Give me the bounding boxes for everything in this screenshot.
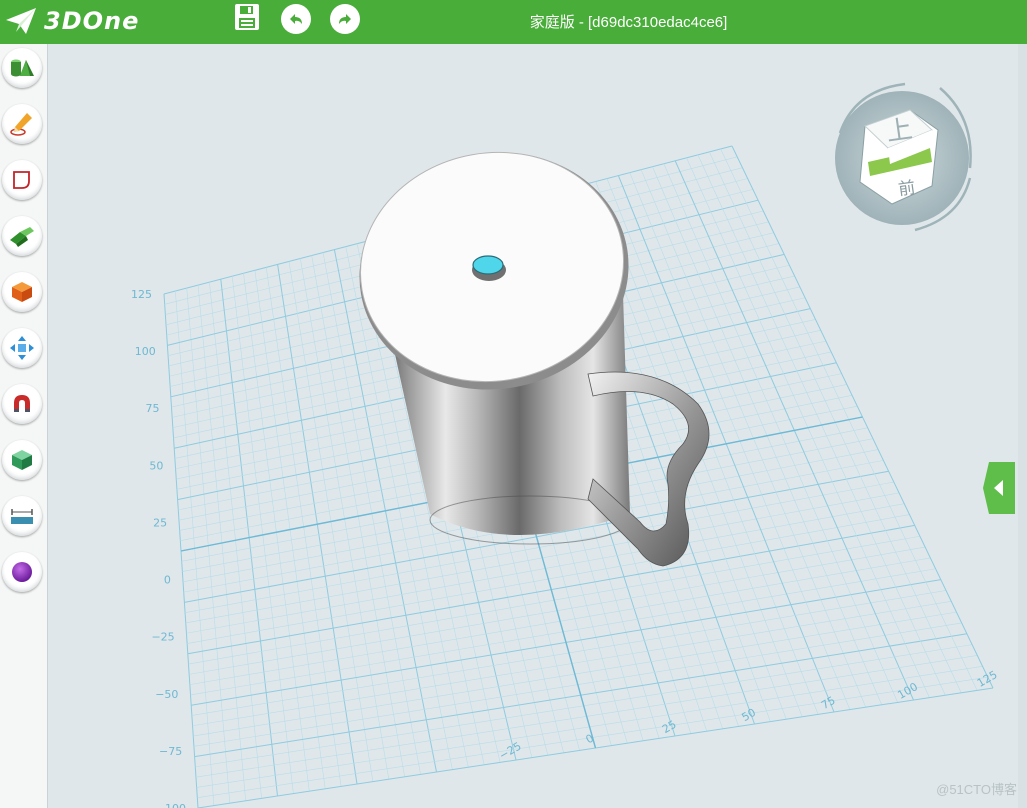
- grid-label: −75: [159, 745, 182, 758]
- grid-label: 25: [660, 718, 679, 736]
- basic-shapes-icon: [11, 59, 34, 77]
- feature-button[interactable]: [2, 216, 42, 256]
- combine-magnet-icon: [14, 395, 30, 412]
- grid-axis-labels-bottom: −250255075100125: [497, 668, 1000, 762]
- mug-lid-knob[interactable]: [472, 255, 504, 275]
- left-toolbar: [0, 44, 48, 808]
- color-sphere-icon: [12, 562, 32, 582]
- grid-label: 75: [146, 402, 160, 415]
- grid-label: 50: [739, 706, 758, 724]
- combine-button[interactable]: [2, 384, 42, 424]
- right-panel-toggle-button[interactable]: [983, 462, 1015, 514]
- measure-icon: [11, 509, 33, 524]
- sketch-pencil-icon: [10, 113, 32, 136]
- grid-label: 75: [819, 694, 838, 712]
- view-cube[interactable]: 上 前: [820, 78, 980, 238]
- special-function-icon: [12, 282, 32, 302]
- grid-label: 125: [131, 288, 152, 301]
- view-cube-front-label[interactable]: 前: [896, 173, 917, 200]
- watermark: @51CTO博客: [936, 782, 1017, 797]
- grid-label: 50: [149, 459, 163, 472]
- grid-label: −25: [151, 631, 174, 644]
- right-panel-edge: [1018, 44, 1027, 808]
- material-button[interactable]: [2, 440, 42, 480]
- grid-label: 125: [975, 668, 1000, 690]
- chevron-left-icon: [983, 462, 1015, 514]
- move-icon: [10, 336, 34, 360]
- grid-label: 100: [895, 680, 920, 702]
- grid-label: 0: [164, 574, 171, 587]
- grid-axis-labels-left: 125 100 75 50 25 0 −25 −50 −75 −100: [131, 288, 186, 808]
- sketch-button[interactable]: [2, 104, 42, 144]
- material-box-icon: [12, 450, 32, 470]
- color-button[interactable]: [2, 552, 42, 592]
- move-button[interactable]: [2, 328, 42, 368]
- special-function-button[interactable]: [2, 272, 42, 312]
- view-cube-top-label[interactable]: 上: [884, 108, 915, 148]
- feature-tool-icon: [10, 227, 34, 247]
- 3d-viewport[interactable]: 125 100 75 50 25 0 −25 −50 −75 −100 −25 0 25 50 75 100…: [48, 44, 1027, 808]
- sketch-edit-button[interactable]: [2, 160, 42, 200]
- mug-model[interactable]: [341, 131, 710, 567]
- grid-label: 100: [135, 345, 156, 358]
- measure-button[interactable]: [2, 496, 42, 536]
- grid-label: −100: [156, 802, 186, 808]
- window-title: 家庭版 - [d69dc310edac4ce6]: [529, 14, 728, 31]
- grid-label: 25: [153, 516, 167, 529]
- view-cube-graphic[interactable]: [820, 78, 980, 238]
- basic-shapes-button[interactable]: [2, 48, 42, 88]
- sketch-edit-icon: [13, 171, 30, 189]
- grid-label: −50: [155, 688, 178, 701]
- title-bar: 3DOne 家庭版 - [d69dc310edac4ce6]: [0, 0, 1027, 44]
